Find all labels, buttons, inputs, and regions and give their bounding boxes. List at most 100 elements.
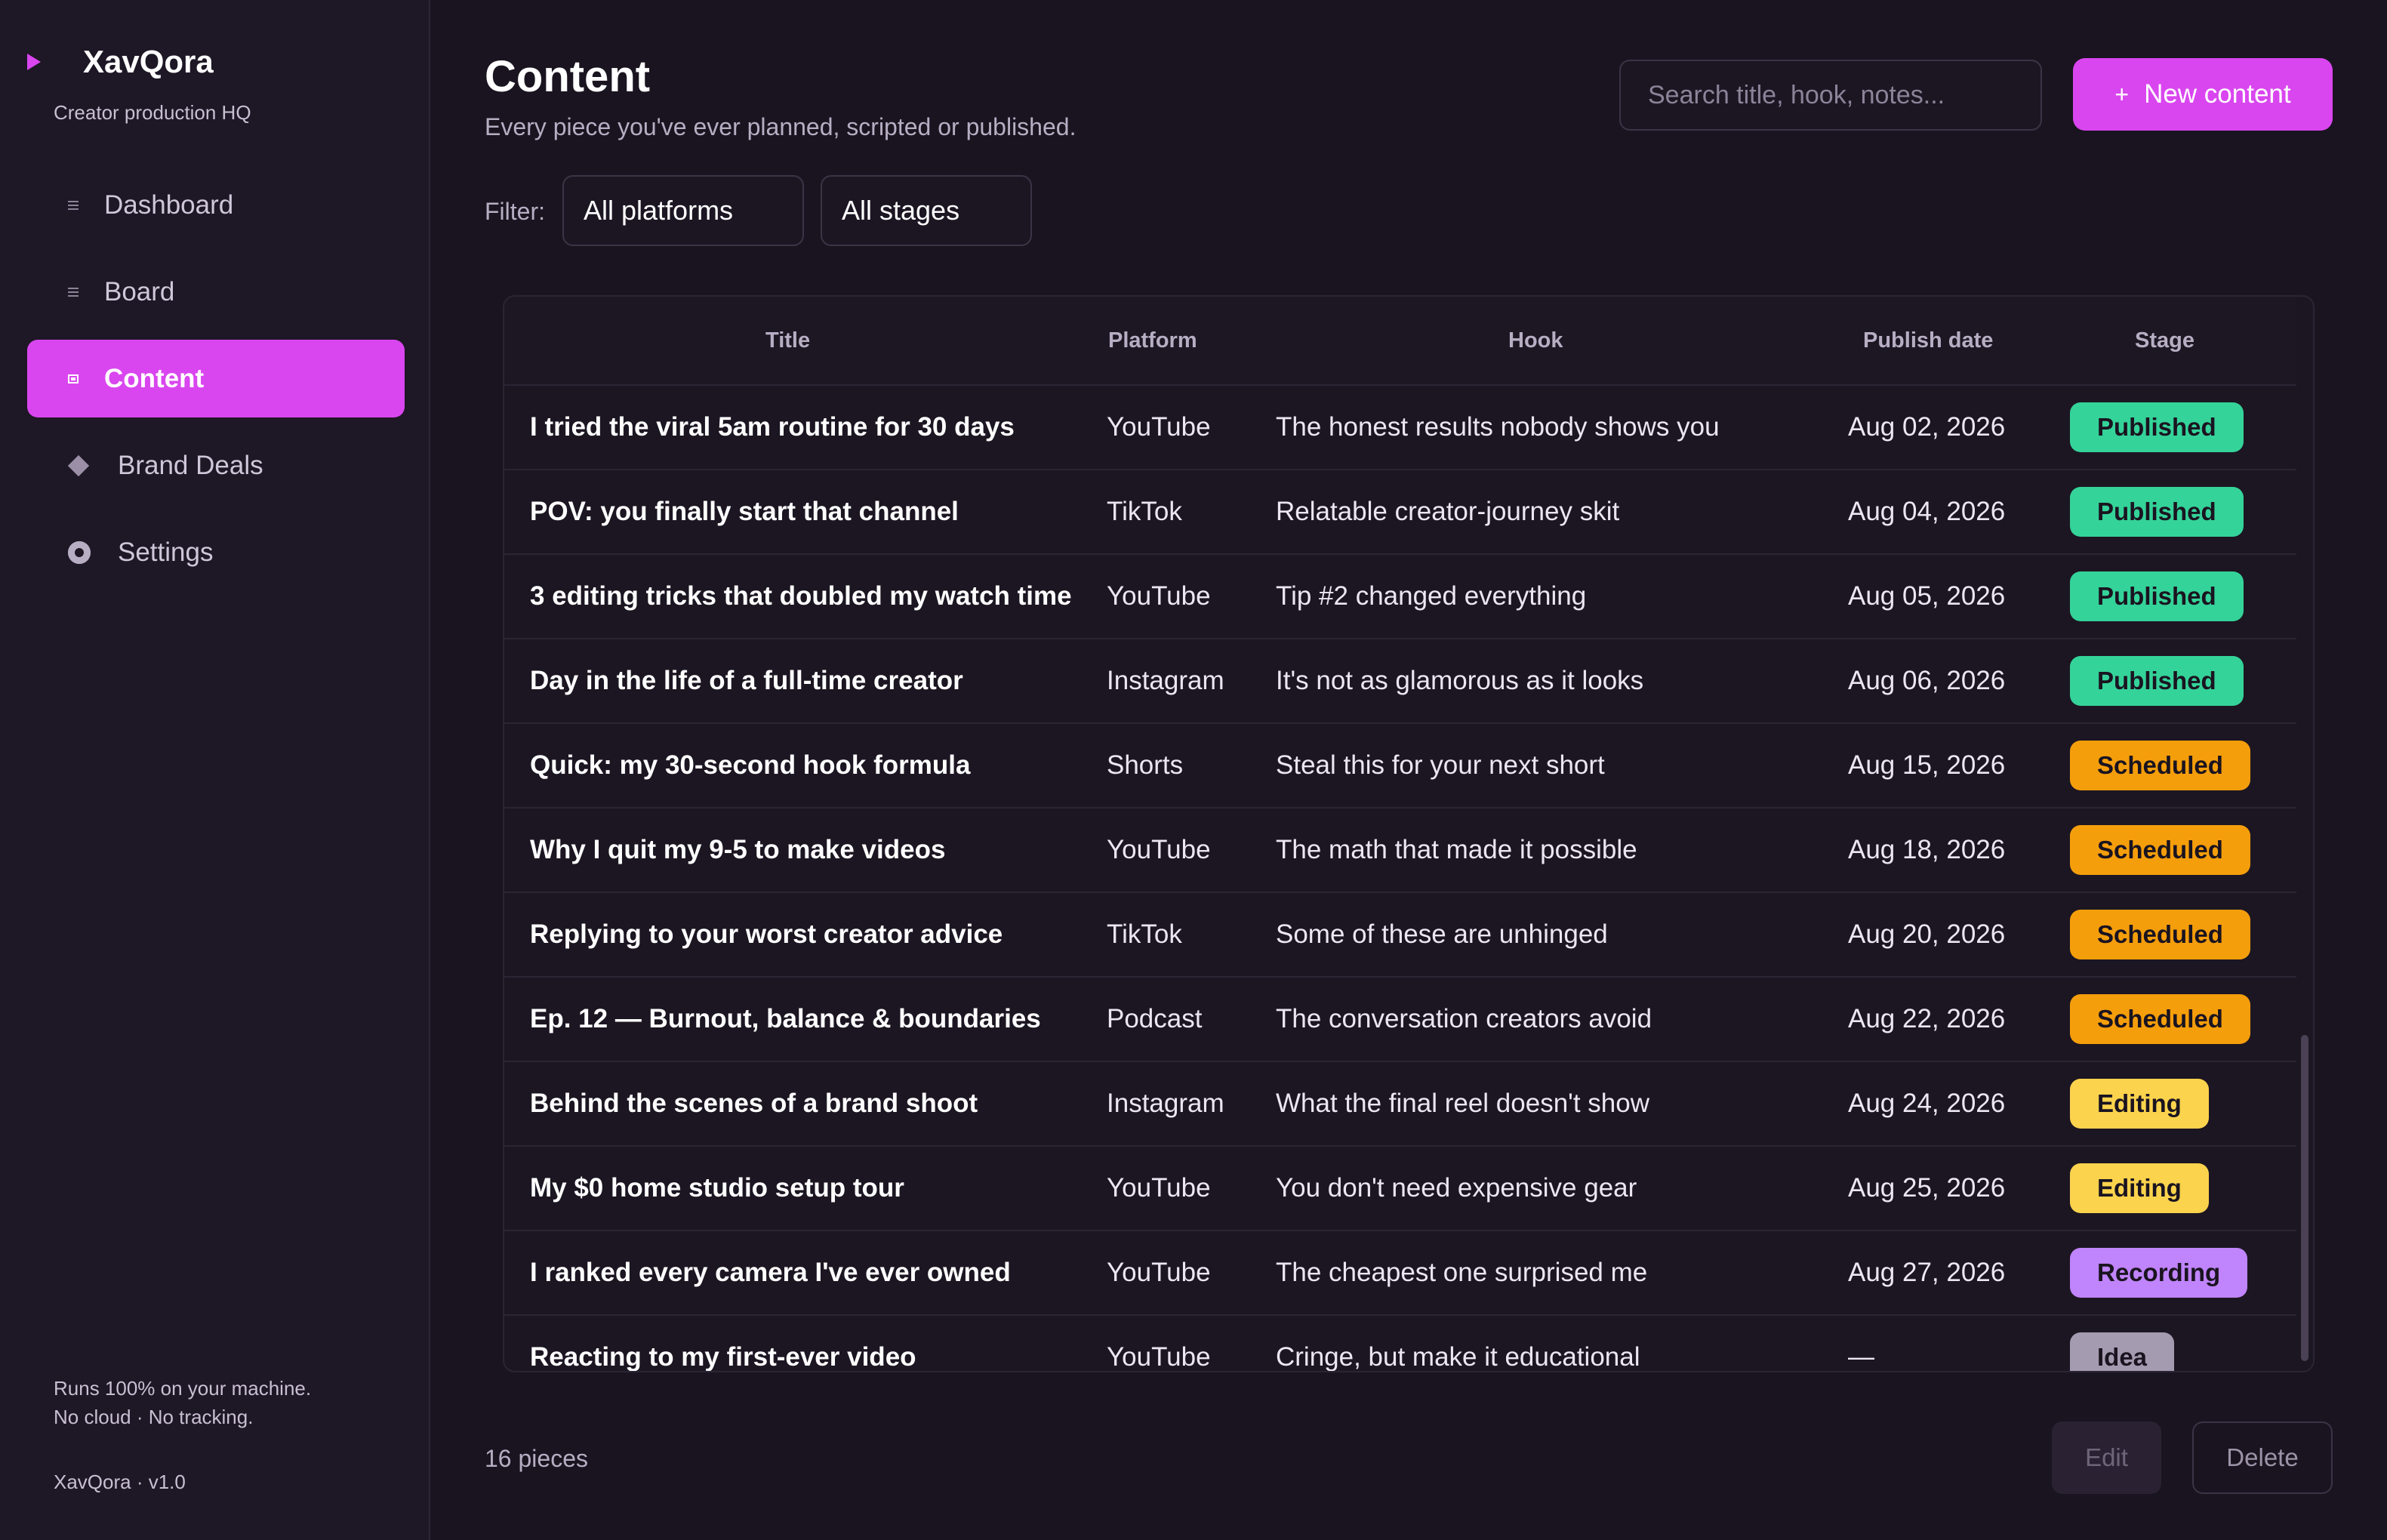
- column-header-publish-date[interactable]: Publish date: [1863, 328, 1993, 353]
- table-row[interactable]: Why I quit my 9-5 to make videos YouTube T…: [504, 808, 2296, 893]
- column-header-hook[interactable]: Hook: [1508, 328, 1563, 353]
- row-platform: YouTube: [1107, 581, 1211, 611]
- plus-icon: +: [2114, 80, 2130, 108]
- row-hook: The conversation creators avoid: [1276, 1004, 1652, 1033]
- row-platform: YouTube: [1107, 835, 1211, 864]
- column-header-platform[interactable]: Platform: [1108, 328, 1197, 353]
- row-hook: The cheapest one surprised me: [1276, 1258, 1648, 1287]
- row-platform: YouTube: [1107, 1342, 1211, 1372]
- brand-arrow-icon: [27, 54, 41, 70]
- row-platform: YouTube: [1107, 1258, 1211, 1287]
- board-icon: [68, 287, 95, 297]
- sidebar-item-label: Content: [104, 363, 205, 393]
- stage-badge: Editing: [2070, 1079, 2209, 1129]
- sidebar-item-label: Board: [104, 276, 175, 306]
- table-row[interactable]: My $0 home studio setup tour YouTube You d…: [504, 1147, 2296, 1231]
- dashboard-icon: [68, 200, 95, 210]
- table-row[interactable]: Behind the scenes of a brand shoot Instag…: [504, 1062, 2296, 1147]
- app-version: XavQora · v1.0: [54, 1471, 186, 1493]
- edit-button[interactable]: Edit: [2052, 1421, 2161, 1494]
- platform-filter-select[interactable]: All platforms: [562, 175, 804, 246]
- content-table: Title Platform Hook Publish date Stage I…: [503, 295, 2315, 1372]
- table-scrollbar-thumb[interactable]: [2301, 1035, 2308, 1361]
- page-title: Content: [485, 52, 651, 101]
- row-publish-date: Aug 24, 2026: [1848, 1089, 2006, 1118]
- row-platform: YouTube: [1107, 1173, 1211, 1203]
- stage-badge: Scheduled: [2070, 910, 2250, 959]
- row-title: I ranked every camera I've ever owned: [530, 1258, 1011, 1287]
- stage-badge: Published: [2070, 402, 2244, 452]
- table-row[interactable]: Day in the life of a full-time creator In…: [504, 639, 2296, 724]
- row-hook: The honest results nobody shows you: [1276, 412, 1720, 442]
- table-row[interactable]: 3 editing tricks that doubled my watch t…: [504, 555, 2296, 639]
- row-title: Ep. 12 — Burnout, balance & boundaries: [530, 1004, 1041, 1033]
- gear-icon: [68, 541, 95, 564]
- row-title: 3 editing tricks that doubled my watch t…: [530, 581, 1072, 611]
- row-title: Behind the scenes of a brand shoot: [530, 1089, 978, 1118]
- row-hook: Steal this for your next short: [1276, 750, 1605, 780]
- row-title: Replying to your worst creator advice: [530, 919, 1003, 949]
- table-row[interactable]: Quick: my 30-second hook formula Shorts St…: [504, 724, 2296, 808]
- new-content-button[interactable]: + New content: [2073, 58, 2333, 131]
- table-row[interactable]: Ep. 12 — Burnout, balance & boundaries Po…: [504, 978, 2296, 1062]
- privacy-line-2: No cloud · No tracking.: [54, 1406, 254, 1428]
- row-title: I tried the viral 5am routine for 30 day…: [530, 412, 1015, 442]
- row-platform: Instagram: [1107, 666, 1224, 695]
- table-row[interactable]: I tried the viral 5am routine for 30 day…: [504, 386, 2296, 470]
- table-header: Title Platform Hook Publish date Stage: [504, 297, 2296, 386]
- row-publish-date: Aug 15, 2026: [1848, 750, 2006, 780]
- stage-badge: Scheduled: [2070, 741, 2250, 790]
- row-publish-date: Aug 22, 2026: [1848, 1004, 2006, 1033]
- row-publish-date: Aug 02, 2026: [1848, 412, 2006, 442]
- sidebar-item-settings[interactable]: Settings: [27, 513, 405, 591]
- row-hook: Some of these are unhinged: [1276, 919, 1608, 949]
- row-publish-date: Aug 25, 2026: [1848, 1173, 2006, 1203]
- search-input[interactable]: [1619, 60, 2042, 131]
- row-publish-date: Aug 06, 2026: [1848, 666, 2006, 695]
- table-row[interactable]: Reacting to my first-ever video YouTube Cr…: [504, 1316, 2296, 1372]
- row-platform: Shorts: [1107, 750, 1184, 780]
- diamond-icon: [67, 454, 95, 476]
- sidebar-item-content[interactable]: Content: [27, 340, 405, 417]
- page-subtitle: Every piece you've ever planned, scripte…: [485, 113, 1076, 140]
- row-hook: Cringe, but make it educational: [1276, 1342, 1640, 1372]
- row-platform: YouTube: [1107, 412, 1211, 442]
- row-publish-date: —: [1848, 1342, 1874, 1372]
- row-publish-date: Aug 18, 2026: [1848, 835, 2006, 864]
- stage-badge: Scheduled: [2070, 825, 2250, 875]
- content-icon: [68, 374, 95, 383]
- brand-tagline: Creator production HQ: [54, 101, 251, 124]
- row-title: Reacting to my first-ever video: [530, 1342, 916, 1372]
- sidebar-item-brand-deals[interactable]: Brand Deals: [27, 427, 405, 504]
- sidebar-item-label: Settings: [118, 537, 214, 567]
- row-hook: What the final reel doesn't show: [1276, 1089, 1650, 1118]
- column-header-stage[interactable]: Stage: [2135, 328, 2194, 353]
- row-hook: The math that made it possible: [1276, 835, 1637, 864]
- filter-label: Filter:: [485, 198, 545, 225]
- row-platform: TikTok: [1107, 497, 1182, 526]
- sidebar-item-label: Brand Deals: [118, 450, 263, 480]
- stage-badge: Editing: [2070, 1163, 2209, 1213]
- table-row[interactable]: I ranked every camera I've ever owned You…: [504, 1231, 2296, 1316]
- stage-badge: Scheduled: [2070, 994, 2250, 1044]
- row-title: Quick: my 30-second hook formula: [530, 750, 971, 780]
- row-hook: It's not as glamorous as it looks: [1276, 666, 1644, 695]
- delete-button[interactable]: Delete: [2192, 1421, 2333, 1494]
- sidebar-item-board[interactable]: Board: [27, 253, 405, 331]
- row-publish-date: Aug 04, 2026: [1848, 497, 2006, 526]
- stage-badge: Recording: [2070, 1248, 2248, 1298]
- privacy-note: Runs 100% on your machine. No cloud · No…: [54, 1374, 311, 1431]
- stage-badge: Published: [2070, 656, 2244, 706]
- row-platform: Instagram: [1107, 1089, 1224, 1118]
- stage-badge: Published: [2070, 571, 2244, 621]
- row-hook: You don't need expensive gear: [1276, 1173, 1637, 1203]
- brand[interactable]: XavQora: [27, 44, 214, 80]
- stage-badge: Published: [2070, 487, 2244, 537]
- table-row[interactable]: POV: you finally start that channel TikTo…: [504, 470, 2296, 555]
- column-header-title[interactable]: Title: [765, 328, 810, 353]
- stage-filter-select[interactable]: All stages: [821, 175, 1032, 246]
- sidebar-item-dashboard[interactable]: Dashboard: [27, 166, 405, 244]
- item-count: 16 pieces: [485, 1445, 588, 1472]
- row-hook: Relatable creator-journey skit: [1276, 497, 1620, 526]
- table-row[interactable]: Replying to your worst creator advice Tik…: [504, 893, 2296, 978]
